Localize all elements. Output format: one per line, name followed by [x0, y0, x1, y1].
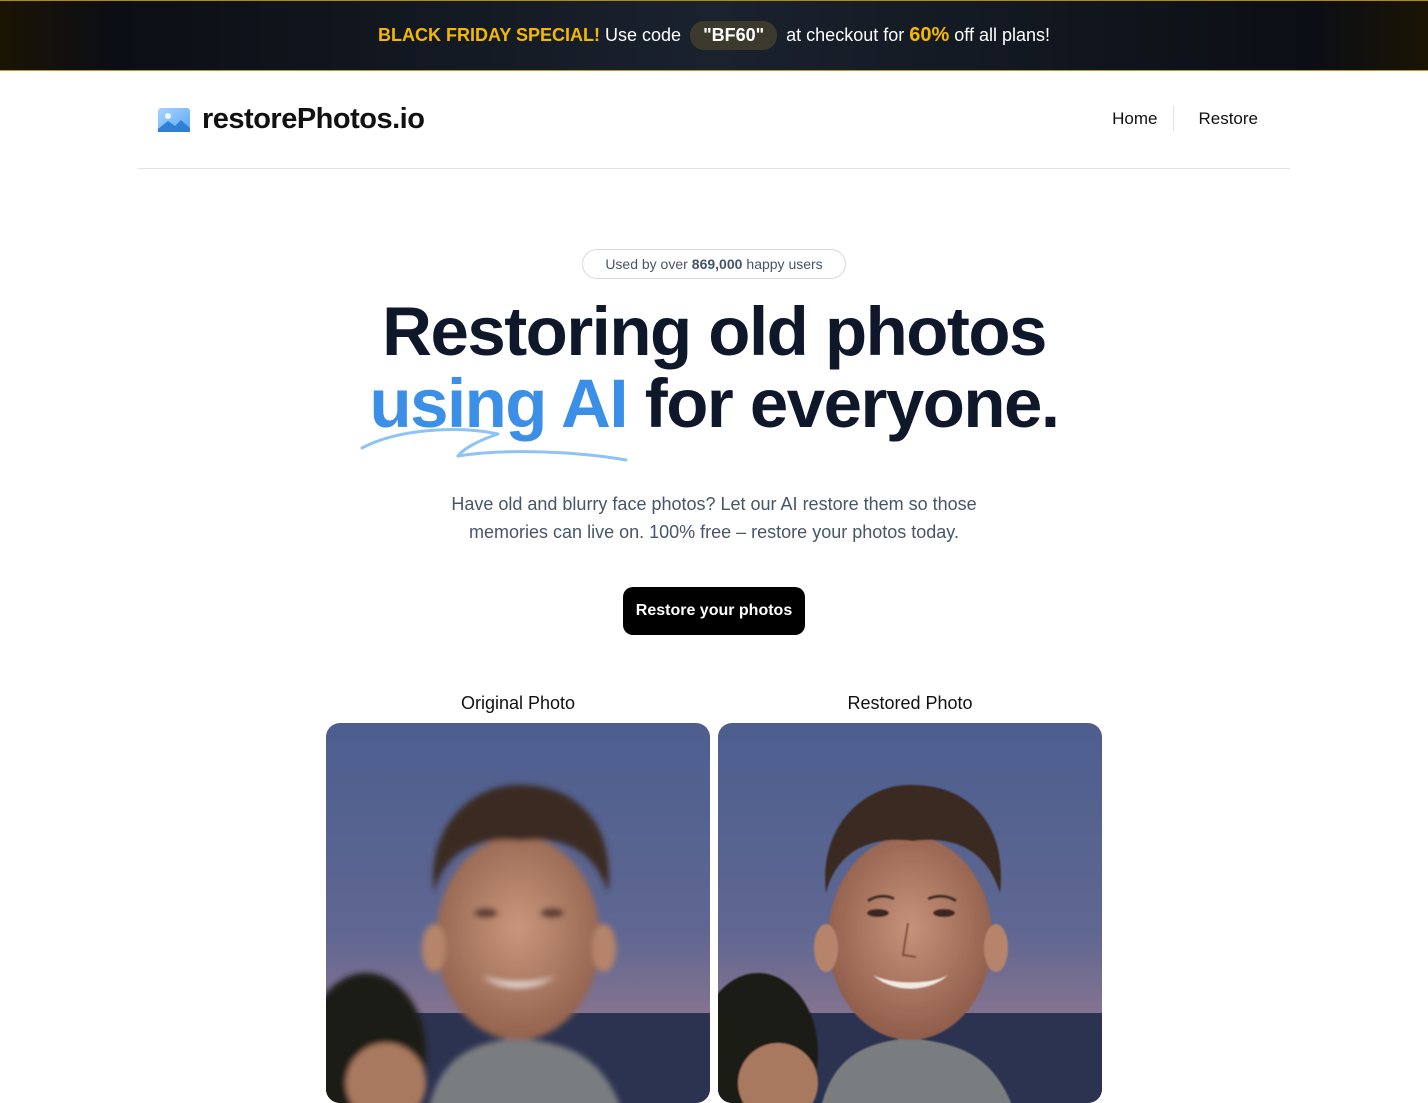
- users-count-badge: Used by over 869,000 happy users: [582, 249, 846, 279]
- promo-percent: 60%: [909, 24, 950, 46]
- main-nav: Home Restore: [1112, 106, 1258, 131]
- restored-photo-label: Restored Photo: [847, 693, 973, 713]
- badge-prefix: Used by over: [605, 256, 688, 272]
- promo-at-checkout-text: at checkout for: [786, 25, 905, 45]
- original-photo: [326, 723, 710, 1103]
- hero-title-line1: Restoring old photos: [382, 293, 1047, 370]
- original-photo-label: Original Photo: [460, 693, 576, 713]
- logo-link[interactable]: restorePhotos.io: [157, 103, 425, 136]
- hero-title: Restoring old photos using AI for everyo…: [0, 296, 1428, 440]
- nav-restore-link[interactable]: Restore: [1198, 109, 1258, 129]
- promo-banner: BLACK FRIDAY SPECIAL! Use code "BF60" at…: [0, 0, 1428, 71]
- site-header: restorePhotos.io Home Restore: [138, 71, 1290, 169]
- image-icon: [158, 107, 190, 132]
- promo-headline: BLACK FRIDAY SPECIAL!: [377, 25, 601, 45]
- logo-text: restorePhotos.io: [202, 103, 425, 135]
- badge-count: 869,000: [691, 256, 743, 272]
- restored-photo: [718, 723, 1102, 1103]
- restore-photos-button[interactable]: Restore your photos: [623, 587, 805, 635]
- hero-subtitle: Have old and blurry face photos? Let our…: [451, 494, 977, 542]
- promo-use-code-text: Use code: [605, 25, 682, 45]
- promo-suffix-text: off all plans!: [954, 25, 1050, 45]
- hand-drawn-underline-icon: [360, 428, 628, 462]
- badge-suffix: happy users: [746, 256, 823, 272]
- promo-code-badge: "BF60": [690, 21, 778, 50]
- hero-title-rest: for everyone.: [644, 365, 1060, 442]
- nav-divider: [1173, 106, 1175, 131]
- nav-home-link[interactable]: Home: [1112, 109, 1157, 129]
